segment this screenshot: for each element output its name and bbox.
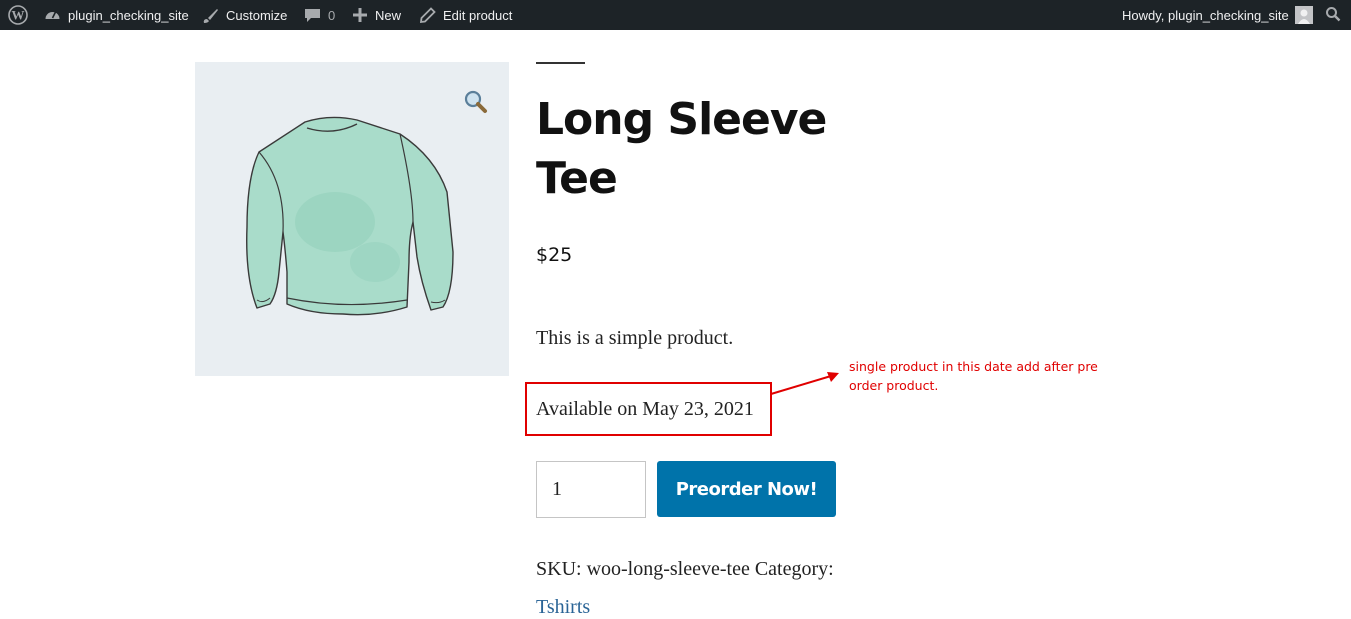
annotation-note: single product in this date add after pr… [849,359,1098,393]
zoom-icon[interactable] [463,89,489,115]
availability-date: Available on May 23, 2021 [536,398,754,420]
product-image[interactable] [195,62,509,376]
customize-label: Customize [226,7,288,23]
new-label: New [375,7,402,23]
plus-icon [352,7,368,23]
site-name-label: plugin_checking_site [68,7,189,23]
avatar-icon [1294,6,1313,24]
preorder-button[interactable]: Preorder Now! [657,461,836,517]
site-name-link[interactable]: plugin_checking_site [44,0,189,30]
product-meta: SKU: woo-long-sleeve-tee Category: [536,558,834,580]
my-account-link[interactable]: Howdy, plugin_checking_site [1122,0,1313,30]
dashboard-icon [44,7,61,24]
quantity-input[interactable] [536,461,646,518]
product-short-description: This is a simple product. [536,327,734,349]
pencil-icon [419,6,436,24]
product-title: Long Sleeve Tee [536,94,827,204]
long-sleeve-tee-image [246,116,454,316]
customize-link[interactable]: Customize [202,0,287,30]
comments-count: 0 [328,7,336,23]
admin-bar: W plugin_checking_site Customize 0 New E… [0,0,1351,30]
title-separator [536,62,585,64]
search-icon [1325,6,1341,25]
edit-product-link[interactable]: Edit product [419,0,512,30]
greeting-label: Howdy, plugin_checking_site [1122,7,1289,23]
annotation-arrow [770,372,839,395]
brush-icon [202,7,219,24]
wordpress-logo-icon: W [8,5,28,25]
wordpress-logo-button[interactable]: W [8,0,35,30]
edit-product-label: Edit product [443,7,513,23]
comments-link[interactable]: 0 [304,0,335,30]
new-link[interactable]: New [352,0,401,30]
product-price: $25 [536,244,573,266]
comment-icon [304,7,321,24]
admin-search-button[interactable] [1325,0,1341,30]
svg-text:W: W [12,8,25,23]
category-link[interactable]: Tshirts [536,596,590,619]
